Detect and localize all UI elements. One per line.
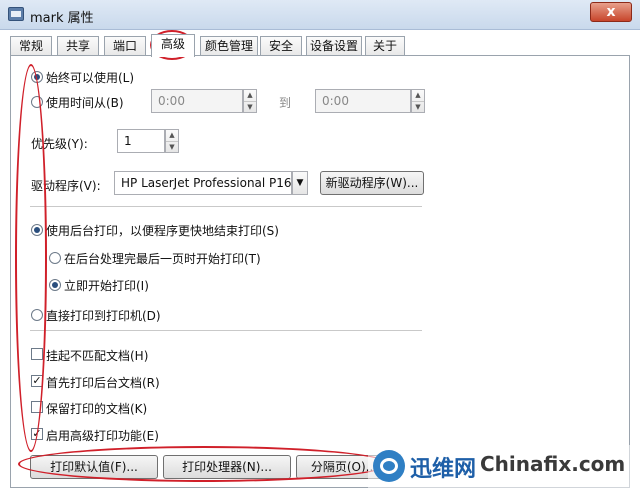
tab-security[interactable]: 安全 xyxy=(260,36,302,56)
tab-sharing[interactable]: 共享 xyxy=(57,36,99,56)
advanced-panel xyxy=(10,55,630,488)
close-button[interactable]: x xyxy=(590,2,632,22)
watermark-brand-en: Chinafix.com xyxy=(480,452,626,476)
keep-printed-label: 保留打印的文档(K) xyxy=(46,402,148,416)
new-driver-button[interactable]: 新驱动程序(W)... xyxy=(320,171,424,195)
print-immediately-radio[interactable] xyxy=(49,279,61,291)
annotation-ellipse-options-column xyxy=(15,64,47,452)
to-label: 到 xyxy=(279,96,292,110)
spin-down-icon[interactable]: ▼ xyxy=(166,141,178,152)
annotation-ellipse-bottom-buttons xyxy=(18,446,390,482)
logo-ring-icon xyxy=(380,458,398,474)
after-last-page-radio[interactable] xyxy=(49,252,61,264)
watermark-brand-cn: 迅维网 xyxy=(410,457,477,482)
always-available-label: 始终可以使用(L) xyxy=(46,71,135,85)
spin-down-icon[interactable]: ▼ xyxy=(244,101,256,112)
tab-color-management[interactable]: 颜色管理 xyxy=(200,36,258,56)
spin-down-icon[interactable]: ▼ xyxy=(412,101,424,112)
title-bar: mark 属性 x xyxy=(0,0,640,30)
direct-print-label: 直接打印到打印机(D) xyxy=(46,309,161,323)
driver-select[interactable]: HP LaserJet Professional P160( xyxy=(114,171,292,195)
spool-label: 使用后台打印，以便程序更快地结束打印(S) xyxy=(46,224,279,238)
divider xyxy=(30,330,422,331)
spin-up-icon[interactable]: ▲ xyxy=(412,90,424,101)
after-last-page-label: 在后台处理完最后一页时开始打印(T) xyxy=(64,252,261,266)
tab-advanced[interactable]: 高级 xyxy=(151,34,195,57)
print-immediately-label: 立即开始打印(I) xyxy=(64,279,149,293)
divider xyxy=(30,206,422,207)
from-time-spinner[interactable]: ▲ ▼ xyxy=(243,89,257,113)
to-time-spinner[interactable]: ▲ ▼ xyxy=(411,89,425,113)
priority-spinner[interactable]: ▲ ▼ xyxy=(165,129,179,153)
available-from-label: 使用时间从(B) xyxy=(46,96,124,110)
chevron-down-icon[interactable]: ▼ xyxy=(292,171,308,195)
tab-ports[interactable]: 端口 xyxy=(104,36,146,56)
spin-up-icon[interactable]: ▲ xyxy=(166,130,178,141)
tab-device-settings[interactable]: 设备设置 xyxy=(306,36,362,56)
from-time-field[interactable]: 0:00 xyxy=(151,89,243,113)
window-title: mark 属性 xyxy=(30,11,94,26)
spooled-first-label: 首先打印后台文档(R) xyxy=(46,376,160,390)
tab-general[interactable]: 常规 xyxy=(10,36,52,56)
to-time-field[interactable]: 0:00 xyxy=(315,89,411,113)
spin-up-icon[interactable]: ▲ xyxy=(244,90,256,101)
priority-field[interactable]: 1 xyxy=(117,129,165,153)
advanced-features-label: 启用高级打印功能(E) xyxy=(46,429,159,443)
hold-mismatched-label: 挂起不匹配文档(H) xyxy=(46,349,149,363)
printer-icon xyxy=(8,7,24,21)
tab-about[interactable]: 关于 xyxy=(365,36,405,56)
